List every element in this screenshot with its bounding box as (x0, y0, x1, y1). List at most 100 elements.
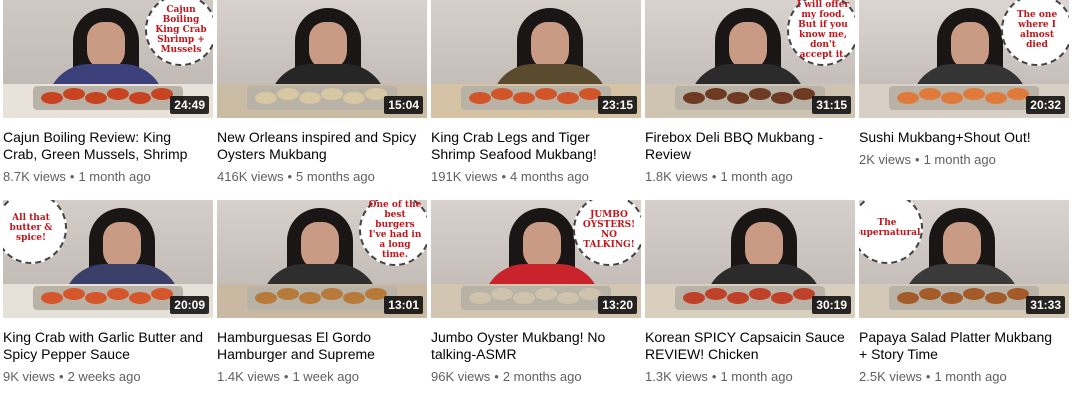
view-count: 2K views (859, 152, 912, 167)
video-thumbnail[interactable]: The one where I almost died 20:32 (859, 0, 1069, 118)
food-item (985, 92, 1007, 104)
food-item (299, 92, 321, 104)
food-item (513, 292, 535, 304)
duration-badge: 24:49 (170, 96, 209, 114)
duration-badge: 13:20 (598, 296, 637, 314)
video-card[interactable]: 30:19 Korean SPICY Capsaicin Sauce REVIEW… (645, 200, 855, 400)
view-count: 8.7K views (3, 169, 66, 184)
view-count: 1.4K views (217, 369, 280, 384)
view-count: 9K views (3, 369, 56, 384)
video-metadata: 96K views • 2 months ago (431, 369, 641, 385)
duration-badge: 20:32 (1026, 96, 1065, 114)
food-item (129, 92, 151, 104)
food-item (705, 288, 727, 300)
video-thumbnail[interactable]: 23:15 (431, 0, 641, 118)
food-item (535, 88, 557, 100)
food-item (557, 92, 579, 104)
food-item (985, 292, 1007, 304)
food-item (897, 292, 919, 304)
video-card[interactable]: JUMBO OYSTERS! NO TALKING! 13:20 Jumbo Oys… (431, 200, 641, 400)
video-card[interactable]: All that butter & spice! 20:09 King Crab w… (3, 200, 213, 400)
meta-separator: • (287, 169, 293, 184)
food-item (63, 288, 85, 300)
video-metadata: 2.5K views • 1 month ago (859, 369, 1069, 385)
food-item (129, 292, 151, 304)
video-thumbnail[interactable]: I will offer my food. But if you know me… (645, 0, 855, 118)
food-item (85, 292, 107, 304)
meta-separator: • (501, 169, 507, 184)
food-item (41, 92, 63, 104)
view-count: 2.5K views (859, 369, 922, 384)
person-face (729, 22, 767, 70)
food-item (277, 88, 299, 100)
video-thumbnail[interactable]: The Supernatural 31:33 (859, 200, 1069, 318)
view-count: 416K views (217, 169, 284, 184)
video-thumbnail[interactable]: JUMBO OYSTERS! NO TALKING! 13:20 (431, 200, 641, 318)
video-title[interactable]: New Orleans inspired and Spicy Oysters M… (217, 129, 422, 163)
food-item (41, 292, 63, 304)
upload-age: 1 month ago (720, 369, 793, 384)
food-item (277, 288, 299, 300)
food-item (255, 92, 277, 104)
video-card[interactable]: 15:04 New Orleans inspired and Spicy Oyst… (217, 0, 427, 200)
meta-separator: • (915, 152, 920, 167)
video-card[interactable]: The one where I almost died 20:32 Sushi Mu… (859, 0, 1069, 200)
food-item (63, 88, 85, 100)
upload-age: 2 months ago (502, 369, 582, 384)
video-title[interactable]: Cajun Boiling Review: King Crab, Green M… (3, 129, 208, 163)
food-item (469, 292, 491, 304)
person-face (951, 22, 989, 70)
video-thumbnail[interactable]: One of the best burgers I've had in a lo… (217, 200, 427, 318)
video-title[interactable]: King Crab with Garlic Butter and Spicy P… (3, 329, 208, 363)
video-title[interactable]: Sushi Mukbang+Shout Out! (859, 129, 1064, 146)
food-item (491, 88, 513, 100)
video-thumbnail[interactable]: 30:19 (645, 200, 855, 318)
duration-badge: 31:33 (1026, 296, 1065, 314)
video-card[interactable]: 23:15 King Crab Legs and Tiger Shrimp Sea… (431, 0, 641, 200)
video-title[interactable]: Hamburguesas El Gordo Hamburger and Supr… (217, 329, 422, 363)
video-title[interactable]: Firebox Deli BBQ Mukbang - Review (645, 129, 850, 163)
video-title[interactable]: King Crab Legs and Tiger Shrimp Seafood … (431, 129, 636, 163)
video-metadata: 8.7K views • 1 month ago (3, 169, 213, 185)
thumbnail-caption-bubble: One of the best burgers I've had in a lo… (359, 200, 427, 266)
video-title[interactable]: Korean SPICY Capsaicin Sauce REVIEW! Chi… (645, 329, 850, 363)
video-card[interactable]: One of the best burgers I've had in a lo… (217, 200, 427, 400)
food-item (491, 288, 513, 300)
food-item (299, 292, 321, 304)
video-title[interactable]: Papaya Salad Platter Mukbang + Story Tim… (859, 329, 1064, 363)
video-metadata: 416K views • 5 months ago (217, 169, 427, 185)
upload-age: 2 weeks ago (67, 369, 141, 384)
food-item (535, 288, 557, 300)
view-count: 191K views (431, 169, 498, 184)
upload-age: 1 month ago (78, 169, 151, 184)
upload-age: 5 months ago (296, 169, 375, 184)
video-card[interactable]: Cajun Boiling King Crab Shrimp + Mussels… (3, 0, 213, 200)
video-metadata: 1.8K views • 1 month ago (645, 169, 855, 185)
meta-separator: • (59, 369, 64, 384)
food-item (469, 92, 491, 104)
video-thumbnail[interactable]: 15:04 (217, 0, 427, 118)
food-item (919, 288, 941, 300)
food-item (557, 292, 579, 304)
food-item (897, 92, 919, 104)
person-face (943, 222, 981, 270)
food-item (727, 292, 749, 304)
duration-badge: 15:04 (384, 96, 423, 114)
video-metadata: 191K views • 4 months ago (431, 169, 641, 185)
video-card[interactable]: I will offer my food. But if you know me… (645, 0, 855, 200)
meta-separator: • (283, 369, 289, 384)
food-item (749, 88, 771, 100)
duration-badge: 20:09 (170, 296, 209, 314)
upload-age: 1 month ago (934, 369, 1007, 384)
video-thumbnail[interactable]: Cajun Boiling King Crab Shrimp + Mussels… (3, 0, 213, 118)
food-item (513, 92, 535, 104)
video-thumbnail[interactable]: All that butter & spice! 20:09 (3, 200, 213, 318)
upload-age: 1 month ago (720, 169, 793, 184)
duration-badge: 30:19 (812, 296, 851, 314)
food-item (343, 92, 365, 104)
video-grid: Cajun Boiling King Crab Shrimp + Mussels… (0, 0, 1073, 401)
food-item (771, 292, 793, 304)
video-card[interactable]: The Supernatural 31:33 Papaya Salad Platte… (859, 200, 1069, 400)
video-title[interactable]: Jumbo Oyster Mukbang! No talking-ASMR (431, 329, 636, 363)
food-item (963, 88, 985, 100)
